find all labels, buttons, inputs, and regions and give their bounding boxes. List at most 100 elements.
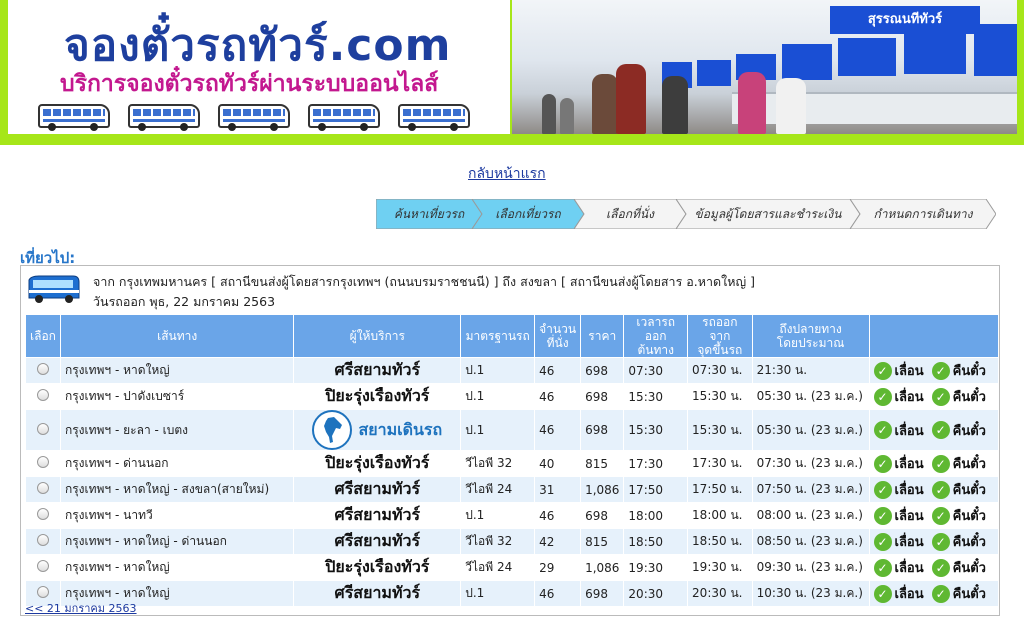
check-icon: ✓ (873, 558, 892, 577)
seats-cell: 46 (535, 358, 581, 383)
check-icon: ✓ (931, 421, 950, 439)
refund-button[interactable]: ✓ คืนตั๋ว (931, 531, 986, 552)
pickup-cell: 18:50 น. (688, 529, 752, 554)
arrive-cell: 21:30 น. (752, 358, 869, 383)
step-select-trip-label: เลือกเที่ยวรถ (495, 207, 561, 221)
site-logo[interactable]: จองตั๋วรถทัวร์.com บริการจองตั๋วรถทัวร์ผ… (8, 0, 510, 134)
col-arrive: ถึงปลายทาง โดยประมาณ (752, 315, 869, 357)
refund-button[interactable]: ✓ คืนตั๋ว (931, 453, 986, 474)
check-icon: ✓ (873, 421, 892, 439)
check-icon: ✓ (873, 584, 892, 603)
depart-cell: 18:00 (624, 503, 688, 528)
depart-cell: 17:30 (624, 451, 688, 476)
select-radio[interactable] (36, 534, 49, 546)
select-radio[interactable] (36, 456, 49, 468)
seats-cell: 29 (535, 555, 581, 580)
check-icon: ✓ (931, 558, 950, 577)
step-search-label: ค้นหาเที่ยวรถ (393, 207, 465, 221)
bus-icon (308, 104, 380, 131)
step-select-trip: เลือกเที่ยวรถ (472, 199, 584, 229)
price-cell: 1,086 (581, 477, 624, 502)
check-icon: ✓ (873, 480, 892, 499)
route-cell: กรุงเทพฯ - ปาดังเบซาร์ (60, 384, 294, 409)
col-seats: จำนวน ที่นั่ง (535, 315, 581, 357)
price-cell: 698 (581, 581, 624, 606)
select-radio[interactable] (36, 422, 49, 435)
postpone-button[interactable]: ✓ เลื่อน (873, 453, 924, 474)
refund-button[interactable]: ✓ คืนตั๋ว (931, 583, 986, 604)
step-select-seat: เลือกที่นั่ง (574, 199, 686, 229)
step-select-seat-label: เลือกที่นั่ง (606, 207, 654, 221)
price-cell: 815 (581, 529, 624, 554)
table-row: กรุงเทพฯ - หาดใหญ่ - ด่านนอก ศรีสยามทัวร… (26, 529, 998, 554)
trip-route: จาก กรุงเทพมหานคร [ สถานีขนส่งผู้โดยสารก… (93, 274, 755, 289)
step-itinerary: กำหนดการเดินทาง (850, 199, 996, 229)
operator-name: ศรีสยามทัวร์ (334, 360, 421, 379)
seats-cell: 40 (535, 451, 581, 476)
postpone-button[interactable]: ✓ เลื่อน (873, 479, 924, 500)
pickup-cell: 15:30 น. (688, 384, 752, 409)
check-icon: ✓ (873, 506, 892, 525)
check-icon: ✓ (931, 361, 950, 380)
pickup-cell: 18:00 น. (688, 503, 752, 528)
operator-name: สยามเดินรถ (358, 419, 443, 439)
depart-cell: 17:50 (624, 477, 688, 502)
back-home-link[interactable]: กลับหน้าแรก (468, 163, 546, 185)
postpone-button[interactable]: ✓ เลื่อน (873, 583, 924, 604)
depart-cell: 15:30 (624, 410, 688, 450)
step-itinerary-label: กำหนดการเดินทาง (873, 207, 973, 221)
bus-terminal-photo: สุรรณนทีทัวร์ (512, 0, 1017, 134)
check-icon: ✓ (873, 387, 892, 406)
check-icon: ✓ (931, 387, 950, 406)
postpone-button[interactable]: ✓ เลื่อน (873, 557, 924, 578)
refund-button[interactable]: ✓ คืนตั๋ว (931, 360, 986, 381)
check-icon: ✓ (931, 584, 950, 603)
col-actions (869, 315, 998, 357)
table-row: กรุงเทพฯ - ยะลา - เบตง สยามเดินรถ ป.1 46… (26, 410, 998, 450)
seats-cell: 42 (535, 529, 581, 554)
select-radio[interactable] (36, 482, 49, 494)
refund-button[interactable]: ✓ คืนตั๋ว (931, 479, 986, 500)
bus-icon (398, 104, 470, 131)
standard-cell: วีไอพี 32 (461, 529, 535, 554)
header-banner: จองตั๋วรถทัวร์.com บริการจองตั๋วรถทัวร์ผ… (0, 0, 1024, 145)
postpone-button[interactable]: ✓ เลื่อน (873, 531, 924, 552)
price-cell: 698 (581, 410, 624, 450)
bus-icon (38, 104, 110, 131)
col-price: ราคา (581, 315, 624, 357)
step-passenger-payment-label: ข้อมูลผู้โดยสารและชำระเงิน (694, 207, 842, 221)
table-row: กรุงเทพฯ - หาดใหญ่ - สงขลา(สายใหม่) ศรีส… (26, 477, 998, 502)
refund-button[interactable]: ✓ คืนตั๋ว (931, 386, 986, 407)
seats-cell: 46 (535, 410, 581, 450)
postpone-button[interactable]: ✓ เลื่อน (873, 505, 924, 526)
previous-day-link[interactable]: << 21 มกราคม 2563 (25, 599, 137, 617)
postpone-button[interactable]: ✓ เลื่อน (873, 360, 924, 381)
select-radio[interactable] (36, 389, 49, 401)
operator-name: ปิยะรุ่งเรืองทัวร์ (325, 386, 430, 405)
trip-table: เลือก เส้นทาง ผู้ให้บริการ มาตรฐานรถ จำน… (25, 314, 999, 607)
step-passenger-payment: ข้อมูลผู้โดยสารและชำระเงิน (676, 199, 860, 229)
bus-icon (128, 104, 200, 131)
operator-logo: สยามเดินรถ (312, 410, 442, 450)
route-cell: กรุงเทพฯ - หาดใหญ่ - ด่านนอก (60, 529, 294, 554)
table-row: กรุงเทพฯ - หาดใหญ่ ปิยะรุ่งเรืองทัวร์ วี… (26, 555, 998, 580)
select-radio[interactable] (36, 508, 49, 520)
arrive-cell: 10:30 น. (23 ม.ค.) (752, 581, 869, 606)
depart-cell: 19:30 (624, 555, 688, 580)
trip-results: จาก กรุงเทพมหานคร [ สถานีขนส่งผู้โดยสารก… (20, 265, 1000, 616)
col-select: เลือก (26, 315, 60, 357)
refund-button[interactable]: ✓ คืนตั๋ว (931, 557, 986, 578)
thailand-map-icon (312, 410, 353, 450)
pickup-cell: 17:30 น. (688, 451, 752, 476)
refund-button[interactable]: ✓ คืนตั๋ว (931, 505, 986, 526)
select-radio[interactable] (36, 586, 49, 598)
refund-button[interactable]: ✓ คืนตั๋ว (931, 420, 986, 441)
standard-cell: ป.1 (461, 581, 535, 606)
select-radio[interactable] (36, 560, 49, 572)
postpone-button[interactable]: ✓ เลื่อน (873, 420, 924, 441)
pickup-cell: 07:30 น. (688, 358, 752, 383)
seats-cell: 31 (535, 477, 581, 502)
seats-cell: 46 (535, 581, 581, 606)
postpone-button[interactable]: ✓ เลื่อน (873, 386, 924, 407)
select-radio[interactable] (36, 363, 49, 375)
